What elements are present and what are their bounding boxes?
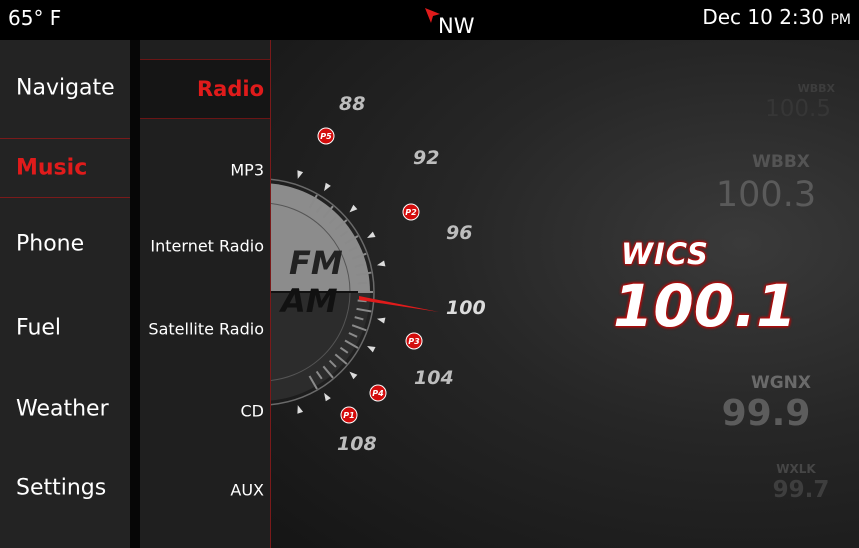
nav-item-navigate[interactable]: Navigate [0,58,130,118]
preset-label: P2 [405,208,417,217]
nav-item-music[interactable]: Music [0,138,130,198]
scale-label-96: 96 [446,222,472,244]
preset-label: P5 [320,132,332,141]
nav-item-fuel[interactable]: Fuel [0,298,130,358]
compass: NW [424,4,484,38]
radio-tuner-panel: FM AM 88 92 96 100 104 108 P5 P2 P3 P4 P1 WBBX 10… [271,40,859,548]
submenu-cd[interactable]: CD [241,402,265,421]
dial-tick [357,281,367,285]
station-above-far-call[interactable]: WBBX [775,82,835,95]
current-station-frequency: 100.1 [613,272,797,340]
nav-item-label: Weather [16,396,109,422]
submenu-mp3[interactable]: MP3 [230,161,264,180]
clock: Dec 10 2:30 PM [702,5,851,29]
scale-label-100: 100 [446,297,486,319]
nav-divider [130,40,140,548]
dial-arrow-icon [376,317,386,324]
tuner-needle[interactable] [359,296,439,312]
band-am-label[interactable]: AM [278,282,338,320]
station-above-freq[interactable]: 100.3 [701,175,831,215]
dial-arrow-icon [367,231,376,238]
main-nav: Navigate Music Phone Fuel Weather Settin… [0,40,130,548]
preset-p4[interactable]: P4 [369,384,387,402]
nav-item-label: Music [16,155,88,181]
dial-arrow-icon [297,405,304,414]
submenu-aux[interactable]: AUX [230,481,264,500]
station-above-call[interactable]: WBBX [741,152,821,172]
station-below-far-call[interactable]: WXLK [761,462,831,476]
temperature: 65° F [8,6,62,30]
preset-label: P4 [372,389,384,398]
dial-arrow-icon [297,170,304,179]
submenu-header: Radio [197,77,264,101]
preset-p1[interactable]: P1 [340,406,358,424]
nav-item-label: Phone [16,231,85,257]
submenu-radio[interactable]: Radio [140,59,270,119]
nav-item-label: Fuel [16,315,62,341]
preset-p2[interactable]: P2 [402,203,420,221]
station-below-call[interactable]: WGNX [741,373,821,393]
dial-arrow-icon [367,346,376,353]
scale-label-92: 92 [413,147,439,169]
music-submenu: Radio MP3 Internet Radio Satellite Radio… [140,40,271,548]
compass-heading: NW [438,14,475,38]
scale-label-104: 104 [414,367,454,389]
am-pm: PM [830,12,851,28]
submenu-satellite-radio[interactable]: Satellite Radio [148,320,264,339]
nav-item-settings[interactable]: Settings [0,458,130,518]
scale-label-88: 88 [339,93,365,115]
dial-arrow-icon [376,260,386,267]
date-time: Dec 10 2:30 [702,5,825,29]
preset-p3[interactable]: P3 [405,332,423,350]
station-below-freq[interactable]: 99.9 [701,393,831,434]
station-below-far-freq[interactable]: 99.7 [751,477,851,503]
nav-item-label: Navigate [16,75,115,101]
dial-arrow-icon [324,182,331,192]
nav-item-phone[interactable]: Phone [0,214,130,274]
submenu-internet-radio[interactable]: Internet Radio [150,237,264,256]
nav-item-weather[interactable]: Weather [0,379,130,439]
current-station-call: WICS [621,237,709,271]
dial-arrow-icon [324,392,331,402]
status-bar: 65° F NW Dec 10 2:30 PM [0,0,859,40]
band-fm-label[interactable]: FM [289,244,343,282]
station-above-far-freq[interactable]: 100.5 [751,96,831,122]
preset-label: P3 [408,337,420,346]
scale-label-108: 108 [337,433,377,455]
nav-item-label: Settings [16,475,107,501]
dial-arrow-icon [349,204,358,213]
dial-arrow-icon [349,371,358,380]
preset-p5[interactable]: P5 [317,127,335,145]
preset-label: P1 [343,411,354,420]
